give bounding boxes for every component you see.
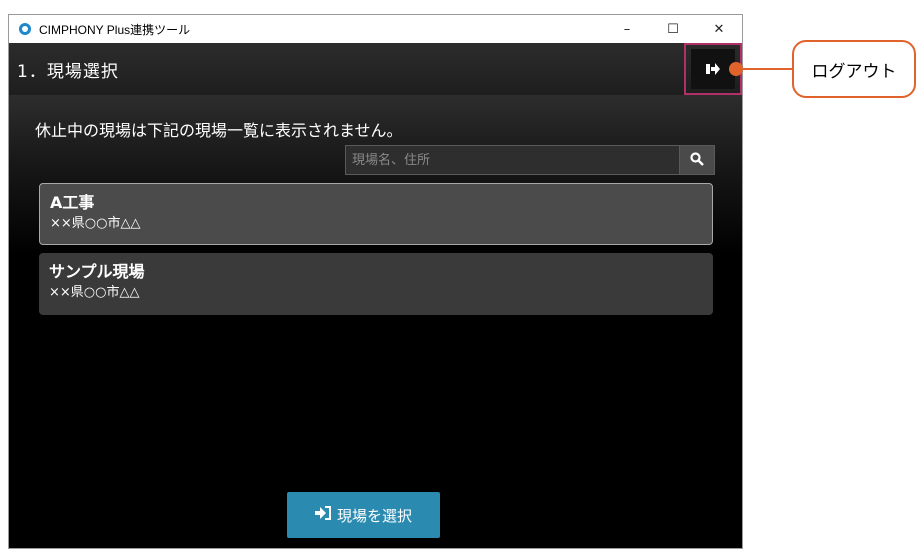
logout-callout: ログアウト (792, 40, 916, 98)
title-bar: CIMPHONY Plus連携ツール – ☐ ✕ (9, 15, 742, 43)
app-icon (17, 21, 33, 37)
site-address: ××県○○市△△ (50, 216, 141, 231)
notice-text: 休止中の現場は下記の現場一覧に表示されません。 (35, 121, 403, 140)
sign-in-icon (314, 506, 337, 524)
window-title: CIMPHONY Plus連携ツール (39, 22, 191, 37)
page-title: 1．現場選択 (17, 61, 119, 82)
callout-marker (729, 62, 743, 76)
callout-connector (736, 68, 792, 70)
select-site-label: 現場を選択 (336, 506, 412, 525)
main-content: 休止中の現場は下記の現場一覧に表示されません。 A工事 ××県○○市△△ サンプ… (9, 95, 742, 548)
search-icon (690, 151, 704, 170)
site-address: ××県○○市△△ (49, 285, 140, 300)
page-header: 1．現場選択 (9, 43, 742, 95)
search-bar (345, 145, 715, 175)
site-name: A工事 (50, 193, 95, 212)
site-item[interactable]: サンプル現場 ××県○○市△△ (39, 253, 713, 315)
callout-label: ログアウト (811, 61, 897, 82)
search-input[interactable] (345, 145, 679, 175)
select-site-button[interactable]: 現場を選択 (287, 492, 440, 538)
app-window: CIMPHONY Plus連携ツール – ☐ ✕ 1．現場選択 休止中の現場は下… (8, 14, 743, 549)
site-item[interactable]: A工事 ××県○○市△△ (39, 183, 713, 245)
site-name: サンプル現場 (49, 262, 145, 281)
minimize-button[interactable]: – (604, 15, 650, 43)
site-list: A工事 ××県○○市△△ サンプル現場 ××県○○市△△ (39, 183, 713, 323)
logout-icon (706, 60, 720, 79)
maximize-button[interactable]: ☐ (650, 15, 696, 43)
search-button[interactable] (679, 145, 715, 175)
close-button[interactable]: ✕ (696, 15, 742, 43)
